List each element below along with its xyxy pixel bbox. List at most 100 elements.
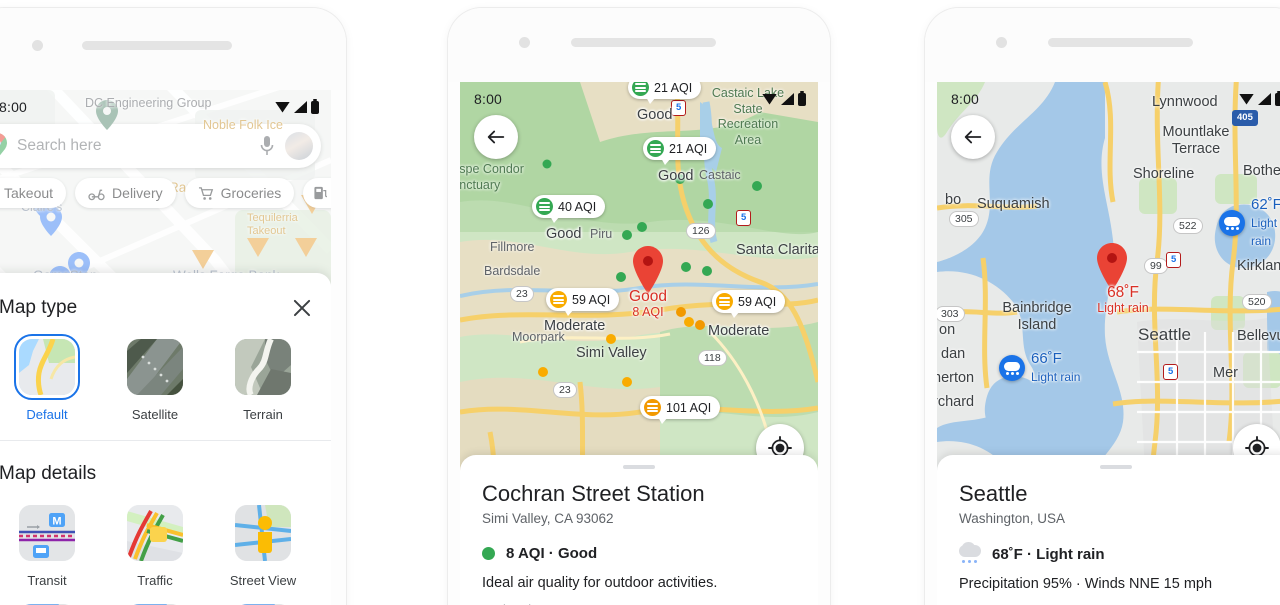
pin-label-line1: 68˚F [1107, 284, 1139, 301]
aqi-leaf-icon [536, 198, 553, 215]
earpiece-speaker [1048, 38, 1193, 47]
phone-3-screen: 8:00 Lynnwood Mountlake Terrace Shorelin… [937, 82, 1280, 605]
aqi-metric-row: 8 AQI · Good [482, 545, 796, 562]
route-shield: 23 [553, 382, 577, 398]
aqi-chip[interactable]: 101 AQI [640, 396, 721, 419]
map-type-terrain[interactable]: Terrain [209, 339, 317, 422]
map-type-label: Satellite [131, 407, 179, 422]
map-type-grid: Default Satellite Terrain [0, 334, 317, 440]
pin-label-line2: Light rain [1097, 301, 1149, 316]
route-shield: 118 [698, 350, 727, 366]
front-camera [32, 40, 43, 51]
route-shield: 520 [1242, 294, 1272, 310]
map-label: Bothell [1243, 163, 1280, 179]
map-label: Seattle [1138, 325, 1191, 344]
aqi-leaf-icon [632, 82, 649, 96]
map-detail-label: Street View [229, 573, 297, 588]
rain-cloud-icon [999, 354, 1025, 381]
weather-temp: 66˚F [1031, 350, 1062, 367]
weather-cond: Light rain [1251, 215, 1278, 248]
aqi-leaf-icon [716, 293, 733, 310]
back-button[interactable] [951, 115, 995, 159]
interstate-shield: 5 [1163, 364, 1179, 380]
map-details-title: Map details [0, 463, 97, 484]
rain-cloud-icon [959, 542, 981, 564]
aqi-caption: Good [546, 226, 582, 242]
map-type-label: Terrain [243, 407, 283, 422]
phone-device-2: 8:00 Castaic Lake State Recreation Area … [448, 8, 830, 605]
map-label: nerton [937, 370, 975, 386]
map-label: Bainbridge Island [1002, 300, 1072, 334]
aqi-leaf-icon [550, 291, 567, 308]
aqi-chip[interactable]: 59 AQI [546, 288, 620, 311]
drag-handle[interactable] [623, 465, 655, 469]
panel-title: Map type [0, 297, 78, 318]
map-label: rchard [937, 394, 975, 410]
weather-cond: Light rain [1031, 369, 1081, 384]
weather-temp: 62˚F [1251, 196, 1280, 213]
back-button[interactable] [474, 115, 518, 159]
aqi-metric-text: 8 AQI · Good [506, 545, 598, 563]
aqi-value: 21 AQI [654, 82, 693, 95]
map-type-default[interactable]: Default [0, 334, 101, 422]
aqi-caption: Good [658, 168, 694, 184]
weather-metric-row: 68˚F · Light rain [959, 542, 1273, 564]
aqi-chip[interactable]: 59 AQI [712, 290, 786, 313]
route-shield: 303 [937, 306, 965, 322]
aqi-value: 40 AQI [558, 199, 597, 214]
back-arrow-icon [964, 130, 982, 144]
drag-handle[interactable] [1100, 465, 1132, 469]
map-label: on [939, 322, 956, 338]
map-detail-traffic[interactable]: Traffic [101, 505, 209, 588]
place-subtitle: Washington, USA [959, 511, 1066, 527]
aqi-caption: Good [637, 107, 673, 123]
front-camera [996, 37, 1007, 48]
aqi-chip[interactable]: 21 AQI [628, 82, 702, 99]
map-label: Bellevue [1237, 328, 1280, 344]
map-detail-transit[interactable]: M Transit [0, 505, 101, 588]
map-type-panel: Map type Default Satellite Terrain Map d… [0, 273, 331, 605]
aqi-chip[interactable]: 21 AQI [643, 137, 717, 160]
map-label: Kirkland [1237, 258, 1280, 274]
weather-chip[interactable]: 66˚F Light rain [999, 350, 1080, 386]
map-detail-label: Transit [27, 573, 67, 588]
route-shield: 522 [1173, 218, 1203, 234]
map-detail-label: Traffic [137, 573, 173, 588]
default-map-thumb [14, 334, 80, 400]
map-type-label: Default [26, 407, 68, 422]
route-shield: 23 [510, 286, 534, 302]
aqi-chip[interactable]: 40 AQI [532, 195, 606, 218]
map-type-satellite[interactable]: Satellite [101, 339, 209, 422]
phone-2-bezel [448, 8, 830, 82]
pin-label-line1: Good [629, 288, 667, 305]
map-details-grid: M Transit Traffic Street View [0, 505, 317, 604]
terrain-map-thumb [235, 339, 291, 395]
phone-1-bezel [0, 8, 346, 90]
traffic-thumb [127, 505, 183, 561]
place-detail-sheet-2: Cochran Street Station Simi Valley, CA 9… [460, 455, 818, 605]
place-title: Cochran Street Station [482, 481, 705, 506]
map-label: dan [941, 346, 966, 362]
pin-label: 68˚F Light rain [1097, 284, 1149, 317]
phone-3-bezel [925, 8, 1280, 82]
front-camera [519, 37, 530, 48]
phone-device-3: 8:00 Lynnwood Mountlake Terrace Shorelin… [925, 8, 1280, 605]
map-detail-streetview[interactable]: Street View [209, 505, 317, 588]
pin-label-line2: 8 AQI [632, 305, 664, 320]
aqi-leaf-icon [647, 140, 664, 157]
phone-device-1: 8:00 DC Engineering Group Noble Folk Ice… [0, 8, 346, 605]
svg-text:M: M [52, 516, 61, 528]
aqi-value: 21 AQI [669, 141, 708, 156]
aqi-caption: Moderate [708, 323, 770, 339]
aqi-leaf-icon [644, 399, 661, 416]
place-title: Seattle [959, 481, 1028, 506]
weather-chip[interactable]: 62˚F Light rain [1219, 196, 1280, 250]
back-arrow-icon [487, 130, 505, 144]
earpiece-speaker [571, 38, 716, 47]
phone-2-screen: 8:00 Castaic Lake State Recreation Area … [460, 82, 818, 605]
map-label: bo [945, 192, 962, 208]
interstate-shield: 5 [1166, 252, 1182, 268]
close-icon[interactable] [289, 295, 315, 321]
aqi-value: 59 AQI [572, 292, 611, 307]
map-label: Shoreline [1133, 166, 1195, 182]
